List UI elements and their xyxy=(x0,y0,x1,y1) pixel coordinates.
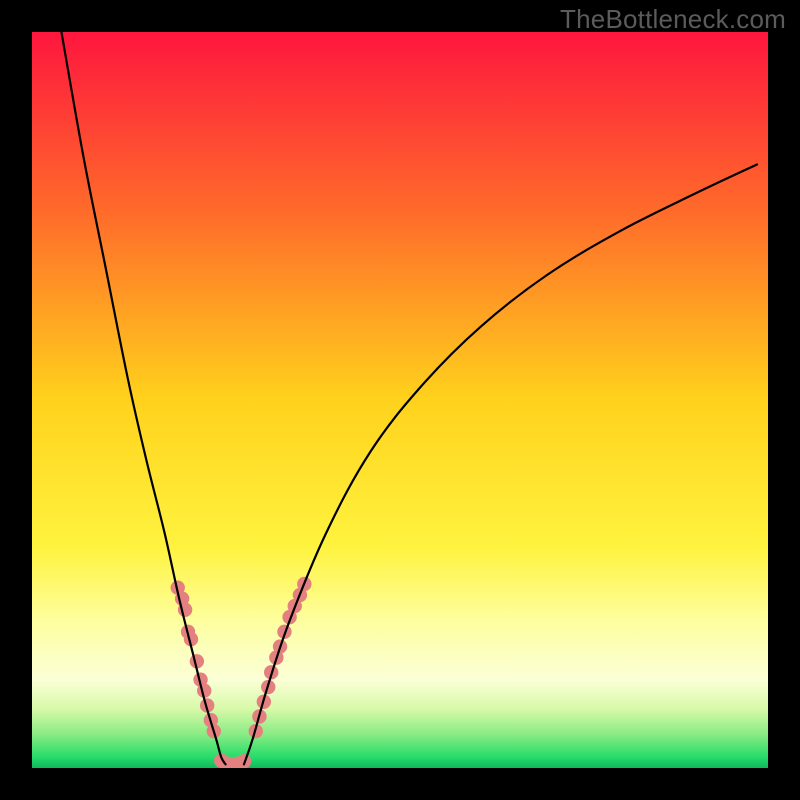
scatter-group xyxy=(171,577,312,768)
chart-frame: TheBottleneck.com xyxy=(0,0,800,800)
plot-area xyxy=(32,32,768,768)
watermark-text: TheBottleneck.com xyxy=(560,4,786,35)
curve-right-branch xyxy=(244,164,757,764)
curve-left-branch xyxy=(61,32,225,764)
chart-svg xyxy=(32,32,768,768)
